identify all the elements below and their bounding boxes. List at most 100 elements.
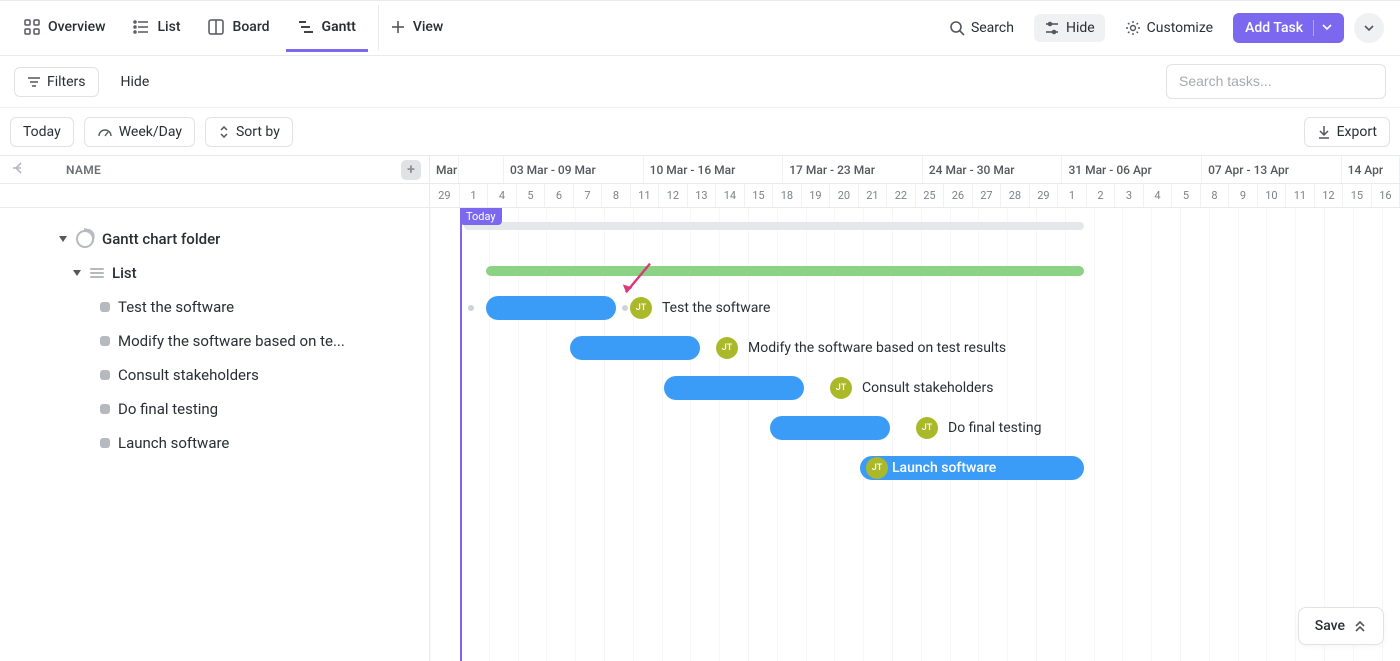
link-handle-icon[interactable] [468, 305, 474, 311]
timeline-week-header: Mar 03 Mar - 09 Mar 10 Mar - 16 Mar 17 M… [430, 156, 1400, 184]
gantt-chart-area[interactable]: Today JT Test the software JT Modify the… [430, 208, 1400, 661]
day-cell: 5 [517, 184, 546, 207]
tab-label: View [413, 19, 444, 35]
task-label: Test the software [118, 298, 234, 316]
day-cell: 29 [430, 184, 460, 207]
week-label: 03 Mar - 09 Mar [504, 156, 644, 183]
chevron-down-icon [1363, 22, 1375, 34]
list-label: List [112, 264, 137, 282]
button-label: Export [1337, 124, 1377, 140]
button-label: Save [1315, 618, 1345, 634]
tree-task-row[interactable]: Modify the software based on te... [0, 324, 429, 358]
day-cell: 16 [1372, 184, 1400, 207]
double-chevron-up-icon [1353, 619, 1367, 633]
customize-button[interactable]: Customize [1115, 14, 1223, 42]
day-cell: 11 [631, 184, 660, 207]
top-nav: Overview List Board Gantt View Search Hi… [0, 0, 1400, 56]
gantt-bar[interactable] [664, 376, 804, 400]
tab-board[interactable]: Board [196, 5, 281, 52]
day-cell: 3 [1115, 184, 1144, 207]
gauge-icon [97, 124, 113, 140]
assignee-avatar[interactable]: JT [716, 337, 738, 359]
tree-task-row[interactable]: Test the software [0, 290, 429, 324]
add-column-button[interactable]: + [401, 160, 421, 180]
tree-folder-row[interactable]: Gantt chart folder [0, 222, 429, 256]
today-button[interactable]: Today [10, 117, 74, 147]
link-handle-icon[interactable] [622, 305, 628, 311]
task-label: Do final testing [118, 400, 218, 418]
status-dot-icon [100, 302, 110, 312]
search-button[interactable]: Search [939, 14, 1024, 42]
day-cell: 28 [1001, 184, 1030, 207]
tab-add-view[interactable]: View [378, 5, 456, 52]
button-label: Customize [1147, 20, 1213, 36]
weekday-button[interactable]: Week/Day [84, 117, 195, 147]
search-tasks-box[interactable] [1166, 64, 1386, 99]
save-button[interactable]: Save [1298, 607, 1384, 645]
task-name: Do final testing [948, 420, 1041, 436]
chevron-down-icon [72, 268, 82, 278]
tab-label: Gantt [322, 19, 356, 35]
tab-gantt[interactable]: Gantt [286, 5, 368, 52]
task-name: Test the software [662, 300, 770, 316]
assignee-avatar[interactable]: JT [630, 297, 652, 319]
tree-task-row[interactable]: Consult stakeholders [0, 358, 429, 392]
assignee-avatar[interactable]: JT [830, 377, 852, 399]
tree-task-row[interactable]: Launch software [0, 426, 429, 460]
task-name: Modify the software based on test result… [748, 340, 1006, 356]
button-label: Today [23, 124, 61, 140]
tab-label: Board [232, 19, 269, 35]
tab-label: Overview [48, 19, 105, 35]
hide-button[interactable]: Hide [1034, 14, 1105, 42]
day-cell: 29 [1030, 184, 1059, 207]
today-badge: Today [460, 208, 502, 225]
day-cell: 26 [944, 184, 973, 207]
sortby-button[interactable]: Sort by [205, 117, 293, 147]
tab-list[interactable]: List [121, 5, 192, 52]
status-dot-icon [100, 370, 110, 380]
task-label: Launch software [118, 434, 229, 452]
day-cell: 22 [887, 184, 916, 207]
main-split: NAME + Gantt chart folder List Test the … [0, 156, 1400, 661]
gantt-bar-label: JT Test the software [630, 296, 770, 320]
day-cell: 11 [1286, 184, 1315, 207]
tree-list-row[interactable]: List [0, 256, 429, 290]
week-label: 24 Mar - 30 Mar [923, 156, 1063, 183]
column-header-name: NAME [66, 163, 101, 177]
day-cell: 4 [488, 184, 517, 207]
tree-header: NAME + [0, 156, 429, 184]
sort-icon [218, 125, 230, 139]
button-label: Filters [47, 74, 86, 90]
tree-task-row[interactable]: Do final testing [0, 392, 429, 426]
filter-icon [27, 75, 41, 89]
gantt-bar[interactable] [770, 416, 890, 440]
gantt-bar[interactable] [486, 296, 616, 320]
day-cell: 27 [973, 184, 1002, 207]
day-cell: 6 [545, 184, 574, 207]
day-cell: 9 [1229, 184, 1258, 207]
summary-bar[interactable] [464, 222, 1084, 230]
day-cell: 14 [716, 184, 745, 207]
task-label: Consult stakeholders [118, 366, 259, 384]
chevron-down-icon [58, 234, 68, 244]
tab-overview[interactable]: Overview [12, 5, 117, 52]
task-name: Consult stakeholders [862, 380, 993, 396]
filter-bar: Filters Hide [0, 56, 1400, 108]
export-button[interactable]: Export [1304, 117, 1390, 147]
gantt-pane: Mar 03 Mar - 09 Mar 10 Mar - 16 Mar 17 M… [430, 156, 1400, 661]
add-task-button[interactable]: Add Task [1233, 13, 1344, 43]
gantt-bar-label: JT Consult stakeholders [830, 376, 993, 400]
grid-icon [24, 19, 40, 35]
month-label: Mar [430, 156, 459, 183]
search-tasks-input[interactable] [1179, 73, 1373, 89]
collapse-panel-icon[interactable] [12, 161, 26, 179]
hide-link[interactable]: Hide [109, 68, 162, 96]
group-bar[interactable] [486, 266, 1084, 276]
more-menu-button[interactable] [1354, 13, 1384, 43]
task-label: Modify the software based on te... [118, 332, 345, 350]
assignee-avatar[interactable]: JT [866, 457, 888, 479]
filters-button[interactable]: Filters [14, 67, 99, 97]
assignee-avatar[interactable]: JT [916, 417, 938, 439]
button-label: Search [971, 20, 1014, 36]
gantt-bar[interactable] [570, 336, 700, 360]
